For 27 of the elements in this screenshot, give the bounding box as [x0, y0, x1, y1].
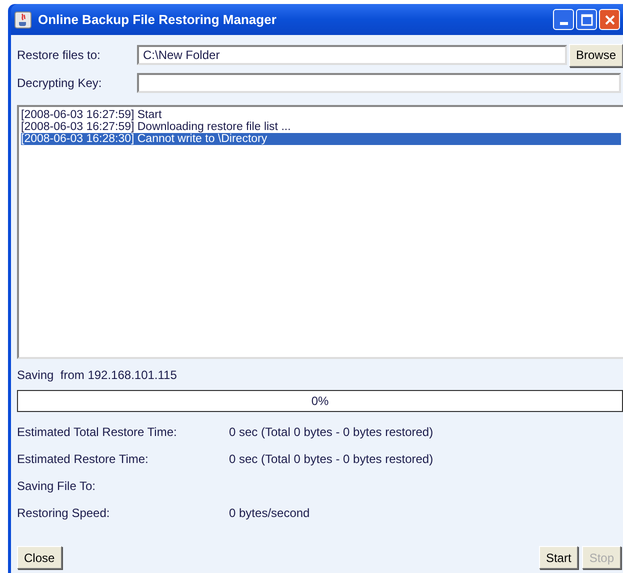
stat-value: 0 bytes/second [229, 506, 310, 520]
source-text: Saving from 192.168.101.115 [17, 368, 178, 384]
maximize-icon [580, 14, 592, 26]
start-button[interactable]: Start [538, 546, 578, 569]
restore-path-field[interactable]: C:\New Folder [137, 45, 567, 65]
log-entry[interactable]: [2008-06-03 16:28:30] Cannot write to \Directory [21, 133, 621, 145]
close-dialog-button[interactable]: Close [17, 546, 62, 569]
browse-button[interactable]: Browse [568, 44, 623, 66]
window-title: Online Backup File Restoring Manager [38, 12, 278, 27]
close-icon [604, 14, 616, 26]
stat-label: Saving File To: [17, 478, 96, 492]
cup-icon [14, 10, 32, 28]
minimize-icon [560, 22, 568, 25]
field-label: Decrypting Key: [17, 76, 103, 90]
stat-value: 0 sec (Total 0 bytes - 0 bytes restored) [229, 452, 434, 466]
minimize-button[interactable] [553, 9, 574, 30]
close-button[interactable] [599, 9, 620, 30]
log-entry[interactable]: [2008-06-03 16:27:59] Start [21, 109, 621, 121]
progress-label: 0% [311, 394, 329, 408]
log-entry[interactable]: [2008-06-03 16:27:59] Downloading restore file list ... [21, 121, 621, 133]
stat-label: Estimated Restore Time: [17, 452, 150, 466]
stat-value: 0 sec (Total 0 bytes - 0 bytes restored) [229, 424, 434, 438]
maximize-button[interactable] [576, 9, 597, 30]
decrypting-key-field[interactable] [137, 73, 621, 93]
stat-label: Restoring Speed: [17, 506, 111, 520]
stat-label: Estimated Total Restore Time: [17, 424, 178, 438]
field-label: Restore files to: [17, 48, 102, 62]
